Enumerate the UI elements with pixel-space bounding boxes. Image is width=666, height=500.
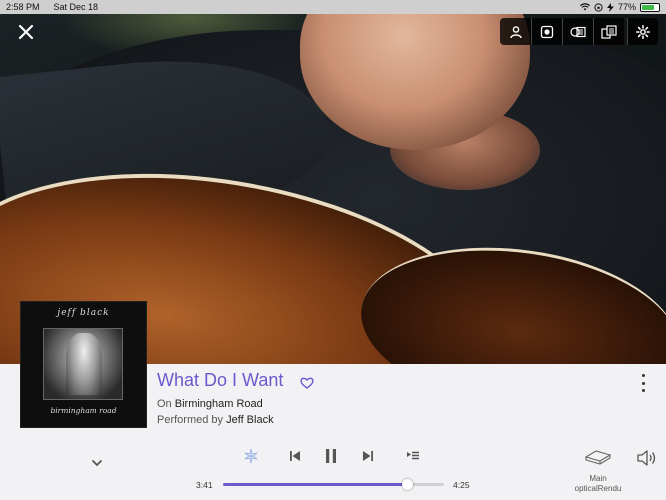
record-icon[interactable] (531, 18, 562, 45)
settings-icon[interactable] (627, 18, 658, 45)
album-art-title-text: birmingham road (50, 406, 117, 415)
album-prefix: On (157, 398, 172, 410)
status-date: Sat Dec 18 (53, 2, 99, 12)
battery-icon (640, 2, 660, 12)
album-link[interactable]: Birmingham Road (175, 398, 263, 410)
volume-icon[interactable] (636, 449, 658, 467)
performer-line: Performed by Jeff Black (157, 414, 274, 426)
orientation-lock-icon (594, 2, 603, 12)
battery-percent: 77% (617, 2, 636, 12)
album-line: On Birmingham Road (157, 398, 263, 410)
status-time: 2:58 PM (6, 2, 40, 12)
queue-add-icon[interactable] (403, 446, 423, 466)
next-icon[interactable] (358, 446, 378, 466)
seek-bar-fill (223, 483, 408, 486)
total-time: 4:25 (453, 480, 470, 490)
zone-name[interactable]: Main opticalRendu (560, 474, 636, 494)
previous-icon[interactable] (285, 446, 305, 466)
person-icon[interactable] (500, 18, 531, 45)
radio-icon[interactable] (241, 446, 261, 466)
track-title[interactable]: What Do I Want (157, 370, 283, 391)
charging-icon (606, 2, 614, 12)
wifi-icon (579, 3, 590, 11)
zone-name-line2: opticalRendu (574, 484, 622, 493)
album-art-artist-text: jeff black (57, 308, 110, 318)
pause-icon[interactable] (321, 446, 341, 466)
elapsed-time: 3:41 (196, 480, 213, 490)
lyrics-icon[interactable] (562, 18, 593, 45)
more-options-icon[interactable] (638, 374, 648, 392)
zone-name-line1: Main (589, 474, 607, 483)
chevron-down-icon[interactable] (90, 458, 104, 468)
queue-icon[interactable] (593, 18, 624, 45)
zone-device-icon[interactable] (584, 448, 612, 468)
performer-prefix: Performed by (157, 414, 224, 426)
status-bar: 2:58 PM Sat Dec 18 77% (0, 0, 666, 14)
album-art[interactable]: jeff black birmingham road (21, 302, 146, 427)
now-playing-toolbar (500, 18, 658, 45)
seek-bar[interactable] (223, 479, 444, 490)
close-icon[interactable] (14, 20, 38, 44)
artist-link[interactable]: Jeff Black (226, 414, 274, 426)
heart-icon[interactable] (300, 376, 314, 390)
